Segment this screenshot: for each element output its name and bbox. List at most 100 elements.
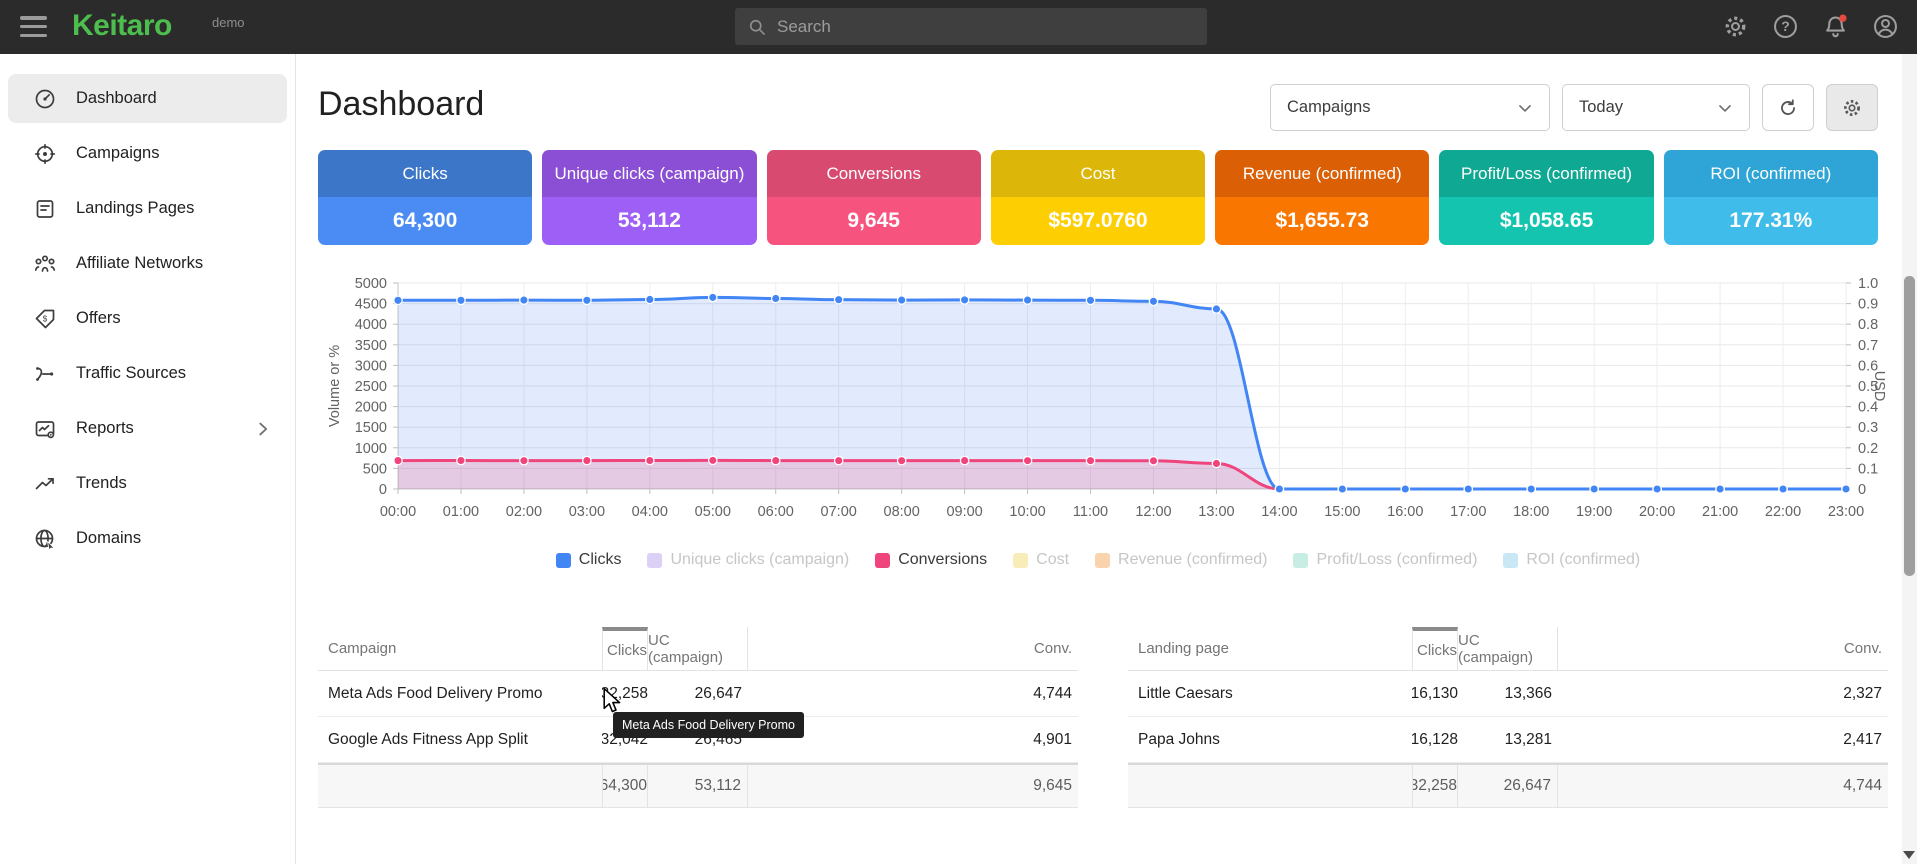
stat-card-label: ROI (confirmed) — [1664, 150, 1878, 197]
entity-filter-select[interactable]: Campaigns — [1270, 84, 1550, 131]
column-header-campaign[interactable]: Campaign — [318, 627, 602, 670]
svg-text:0: 0 — [1858, 482, 1866, 498]
sidebar-item-affiliate-networks[interactable]: Affiliate Networks — [8, 239, 287, 288]
legend-label: Clicks — [579, 551, 622, 569]
sidebar-item-landings-pages[interactable]: Landings Pages — [8, 184, 287, 233]
legend-label: Revenue (confirmed) — [1118, 551, 1267, 569]
svg-text:0.8: 0.8 — [1858, 317, 1878, 333]
sidebar-item-label: Affiliate Networks — [76, 254, 203, 273]
legend-item-cost[interactable]: Cost — [1013, 551, 1069, 569]
conv-cell: 2,327 — [1558, 671, 1888, 716]
dashboard-controls: Campaigns Today — [1270, 84, 1878, 131]
date-range-value: Today — [1579, 98, 1623, 117]
column-header-conv[interactable]: Conv. — [748, 627, 1078, 670]
global-search[interactable] — [735, 8, 1207, 45]
svg-text:21:00: 21:00 — [1702, 504, 1738, 520]
column-header-clicks-sorted[interactable]: Clicks — [1412, 627, 1458, 670]
svg-text:15:00: 15:00 — [1324, 504, 1360, 520]
stat-card-roi[interactable]: ROI (confirmed) 177.31% — [1664, 150, 1878, 245]
totals-uc: 26,647 — [1458, 765, 1558, 807]
search-input[interactable] — [777, 17, 1195, 37]
campaign-name: Meta Ads Food Delivery Promo — [318, 671, 602, 716]
scrollbar-thumb[interactable] — [1904, 276, 1915, 576]
svg-text:?: ? — [1781, 18, 1790, 34]
sidebar-item-campaigns[interactable]: Campaigns — [8, 129, 287, 178]
scroll-down-arrow-icon[interactable] — [1903, 851, 1915, 859]
svg-text:16:00: 16:00 — [1387, 504, 1423, 520]
main-content: Dashboard Campaigns Today Clicks 64,300 … — [296, 54, 1902, 864]
stat-card-unique-clicks[interactable]: Unique clicks (campaign) 53,112 — [542, 150, 756, 245]
svg-text:$: $ — [43, 314, 48, 323]
help-icon[interactable]: ? — [1772, 13, 1799, 40]
notification-dot — [1839, 14, 1846, 21]
legend-item-profit-loss[interactable]: Profit/Loss (confirmed) — [1293, 551, 1477, 569]
sidebar-item-reports[interactable]: Reports — [8, 404, 287, 453]
svg-text:2500: 2500 — [355, 379, 387, 395]
svg-text:01:00: 01:00 — [443, 504, 479, 520]
landing-pages-table: Landing page Clicks UC (campaign) Conv. … — [1128, 627, 1888, 808]
sidebar-item-domains[interactable]: Domains — [8, 514, 287, 563]
legend-item-roi[interactable]: ROI (confirmed) — [1503, 551, 1640, 569]
svg-text:3500: 3500 — [355, 338, 387, 354]
clicks-cell: 16,128 — [1412, 717, 1458, 762]
column-header-uc[interactable]: UC (campaign) — [1458, 627, 1558, 670]
entity-filter-value: Campaigns — [1287, 98, 1370, 117]
split-icon — [33, 362, 57, 386]
page-scrollbar[interactable] — [1902, 54, 1917, 864]
app-logo[interactable]: Keitaro — [72, 9, 172, 43]
stat-card-label: Conversions — [767, 150, 981, 197]
stat-card-clicks[interactable]: Clicks 64,300 — [318, 150, 532, 245]
uc-cell: 26,647 — [648, 671, 748, 716]
gear-icon[interactable] — [1722, 13, 1749, 40]
svg-text:03:00: 03:00 — [569, 504, 605, 520]
stat-card-value: 177.31% — [1664, 197, 1878, 245]
chevron-down-icon — [1715, 98, 1735, 118]
legend-item-unique-clicks[interactable]: Unique clicks (campaign) — [647, 551, 849, 569]
column-header-clicks-sorted[interactable]: Clicks — [602, 627, 648, 670]
svg-text:4000: 4000 — [355, 317, 387, 333]
totals-clicks: 64,300 — [602, 765, 648, 807]
sidebar-item-dashboard[interactable]: Dashboard — [8, 74, 287, 123]
totals-conv: 4,744 — [1558, 765, 1888, 807]
date-range-select[interactable]: Today — [1562, 84, 1750, 131]
svg-text:0.9: 0.9 — [1858, 297, 1878, 313]
legend-swatch — [1503, 553, 1518, 568]
traffic-chart[interactable]: 0500100015002000250030003500400045005000… — [318, 269, 1898, 531]
stat-card-cost[interactable]: Cost $597.0760 — [991, 150, 1205, 245]
svg-text:07:00: 07:00 — [821, 504, 857, 520]
hamburger-menu-icon[interactable] — [20, 16, 47, 37]
legend-item-clicks[interactable]: Clicks — [556, 551, 622, 569]
notifications-bell-icon[interactable] — [1822, 13, 1849, 40]
column-header-uc[interactable]: UC (campaign) — [648, 627, 748, 670]
account-icon[interactable] — [1872, 13, 1899, 40]
column-header-conv[interactable]: Conv. — [1558, 627, 1888, 670]
svg-text:22:00: 22:00 — [1765, 504, 1801, 520]
sidebar-item-label: Offers — [76, 309, 121, 328]
table-row[interactable]: Papa Johns 16,128 13,281 2,417 — [1128, 717, 1888, 763]
stat-card-conversions[interactable]: Conversions 9,645 — [767, 150, 981, 245]
legend-swatch — [1013, 553, 1028, 568]
svg-text:1500: 1500 — [355, 420, 387, 436]
table-totals-row: 32,258 26,647 4,744 — [1128, 763, 1888, 808]
stat-card-value: 9,645 — [767, 197, 981, 245]
totals-spacer — [1128, 765, 1412, 807]
sidebar-item-traffic-sources[interactable]: Traffic Sources — [8, 349, 287, 398]
table-totals-row: 64,300 53,112 9,645 — [318, 763, 1078, 808]
stat-card-revenue[interactable]: Revenue (confirmed) $1,655.73 — [1215, 150, 1429, 245]
legend-item-conversions[interactable]: Conversions — [875, 551, 987, 569]
refresh-button[interactable] — [1762, 84, 1814, 131]
svg-text:0.1: 0.1 — [1858, 461, 1878, 477]
sidebar-item-offers[interactable]: $ Offers — [8, 294, 287, 343]
column-header-landing-page[interactable]: Landing page — [1128, 627, 1412, 670]
target-icon — [33, 142, 57, 166]
summary-tables: Campaign Clicks UC (campaign) Conv. Meta… — [318, 627, 1902, 808]
legend-item-revenue[interactable]: Revenue (confirmed) — [1095, 551, 1267, 569]
dashboard-settings-button[interactable] — [1826, 84, 1878, 131]
stat-card-profit-loss[interactable]: Profit/Loss (confirmed) $1,058.65 — [1439, 150, 1653, 245]
sidebar-item-trends[interactable]: Trends — [8, 459, 287, 508]
stat-card-value: 64,300 — [318, 197, 532, 245]
table-row[interactable]: Meta Ads Food Delivery Promo 32,258 26,6… — [318, 671, 1078, 717]
svg-text:02:00: 02:00 — [506, 504, 542, 520]
table-row[interactable]: Little Caesars 16,130 13,366 2,327 — [1128, 671, 1888, 717]
gear-icon — [1841, 97, 1863, 119]
